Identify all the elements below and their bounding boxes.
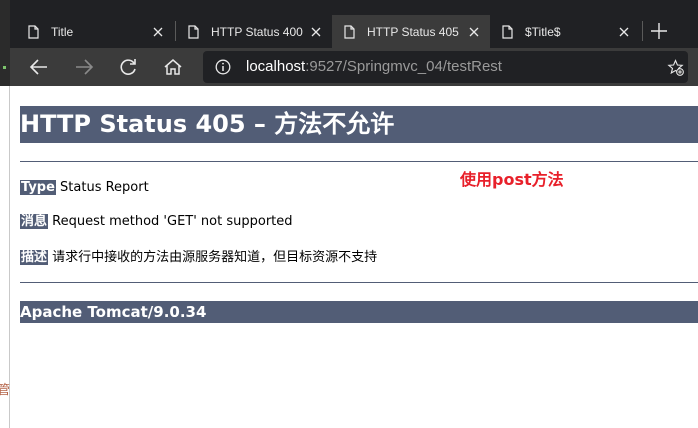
tab-title-template[interactable]: $Title$ <box>490 15 640 48</box>
tab-label: HTTP Status 405 <box>367 24 459 39</box>
message-value: Request method 'GET' not supported <box>48 214 293 229</box>
close-icon[interactable] <box>152 26 164 38</box>
tab-label: $Title$ <box>525 24 561 39</box>
left-edge-marker <box>3 66 6 69</box>
back-arrow-icon[interactable] <box>28 56 50 78</box>
type-label: Type <box>20 180 56 195</box>
tab-label: HTTP Status 400 <box>211 24 303 39</box>
page-content: HTTP Status 405 – 方法不允许 Type Status Repo… <box>10 86 698 428</box>
close-icon[interactable] <box>468 26 480 38</box>
description-row: 描述 请求行中接收的方法由源服务器知道，但目标资源不支持 <box>20 249 377 266</box>
add-favorite-star-icon[interactable] <box>667 59 684 76</box>
forward-arrow-icon[interactable] <box>73 56 95 78</box>
address-bar[interactable]: localhost:9527/Springmvc_04/testRest <box>203 51 688 83</box>
server-footer: Apache Tomcat/9.0.34 <box>20 301 698 323</box>
red-annotation: 使用post方法 <box>460 170 564 189</box>
page-title: HTTP Status 405 – 方法不允许 <box>20 106 698 143</box>
new-tab-plus-icon[interactable] <box>650 22 668 40</box>
url-host: localhost <box>246 58 306 75</box>
description-value: 请求行中接收的方法由源服务器知道，但目标资源不支持 <box>48 250 378 265</box>
toolbar: localhost:9527/Springmvc_04/testRest <box>10 48 698 86</box>
browser-window: Title HTTP Status 400 HTTP Status 405 $T… <box>10 0 698 428</box>
tab-bar: Title HTTP Status 400 HTTP Status 405 $T… <box>10 0 698 48</box>
tab-title[interactable]: Title <box>16 15 174 48</box>
refresh-icon[interactable] <box>117 56 139 78</box>
url-path: :9527/Springmvc_04/testRest <box>305 58 502 75</box>
document-icon <box>344 24 355 39</box>
description-label: 描述 <box>20 250 49 265</box>
divider <box>20 161 698 162</box>
document-icon <box>188 24 199 39</box>
divider <box>20 282 698 283</box>
document-icon <box>28 24 39 39</box>
message-label: 消息 <box>20 214 49 229</box>
message-row: 消息 Request method 'GET' not supported <box>20 213 293 230</box>
type-row: Type Status Report <box>20 179 149 196</box>
close-icon[interactable] <box>618 26 630 38</box>
tab-label: Title <box>51 24 74 39</box>
document-icon <box>502 24 513 39</box>
type-value: Status Report <box>55 180 149 195</box>
left-edge-dark-strip <box>0 0 10 86</box>
info-icon[interactable] <box>215 59 231 75</box>
left-edge-text: 管 <box>0 383 11 398</box>
tab-http-status-405[interactable]: HTTP Status 405 <box>332 15 490 48</box>
close-icon[interactable] <box>310 26 322 38</box>
home-icon[interactable] <box>162 56 184 78</box>
tab-http-status-400[interactable]: HTTP Status 400 <box>176 15 332 48</box>
url-text: localhost:9527/Springmvc_04/testRest <box>246 58 502 75</box>
tab-separator <box>642 21 643 41</box>
